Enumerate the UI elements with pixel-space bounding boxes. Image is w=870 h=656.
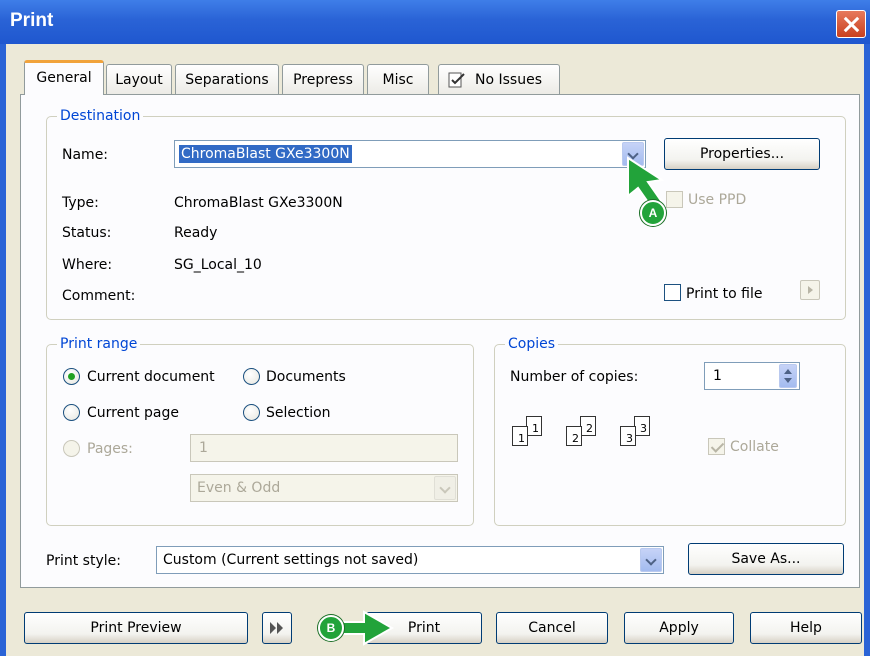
where-label: Where: xyxy=(62,257,113,273)
tab-misc[interactable]: Misc xyxy=(367,64,429,94)
selection-radio[interactable] xyxy=(243,404,260,421)
current-document-radio[interactable] xyxy=(63,368,80,385)
destination-group-title: Destination xyxy=(57,107,144,125)
print-style-value: Custom (Current settings not saved) xyxy=(163,552,419,568)
pages-input-value: 1 xyxy=(199,440,208,456)
copies-value: 1 xyxy=(713,368,722,384)
tab-general[interactable]: General xyxy=(24,60,104,95)
parity-value: Even & Odd xyxy=(197,480,281,496)
pages-input[interactable]: 1 xyxy=(190,434,458,462)
collate-page-back: 1 xyxy=(526,416,542,436)
check-document-icon xyxy=(448,72,465,88)
help-button[interactable]: Help xyxy=(750,612,862,644)
apply-button[interactable]: Apply xyxy=(624,612,734,644)
current-page-radio[interactable] xyxy=(63,404,80,421)
chevron-down-icon[interactable] xyxy=(640,548,662,572)
tab-no-issues[interactable]: No Issues xyxy=(438,64,560,94)
current-document-label: Current document xyxy=(87,369,215,385)
number-of-copies-label: Number of copies: xyxy=(510,369,639,385)
selection-label: Selection xyxy=(266,405,331,421)
print-to-file-label: Print to file xyxy=(686,286,763,302)
arrow-right-icon xyxy=(808,286,813,294)
print-style-select[interactable]: Custom (Current settings not saved) xyxy=(156,546,664,574)
use-ppd-label: Use PPD xyxy=(688,192,747,208)
double-chevron-right-icon xyxy=(270,622,283,634)
copies-group-title: Copies xyxy=(505,335,559,353)
name-label: Name: xyxy=(62,147,109,163)
expand-preview-button[interactable] xyxy=(262,612,292,644)
window-title: Print xyxy=(10,10,54,31)
cancel-button[interactable]: Cancel xyxy=(496,612,608,644)
documents-radio[interactable] xyxy=(243,368,260,385)
status-value: Ready xyxy=(174,225,218,241)
printer-name-value: ChromaBlast GXe3300N xyxy=(179,145,352,163)
tab-separations[interactable]: Separations xyxy=(175,64,279,94)
close-icon[interactable] xyxy=(836,10,866,38)
collate-page-front: 2 xyxy=(566,426,582,446)
documents-label: Documents xyxy=(266,369,346,385)
chevron-down-icon[interactable] xyxy=(434,476,456,500)
copies-input[interactable]: 1 xyxy=(704,362,800,390)
type-label: Type: xyxy=(62,195,99,211)
print-range-group-title: Print range xyxy=(57,335,141,353)
tab-no-issues-label: No Issues xyxy=(475,72,542,88)
type-value: ChromaBlast GXe3300N xyxy=(174,195,343,211)
print-preview-button[interactable]: Print Preview xyxy=(24,612,248,644)
title-bar: Print xyxy=(0,0,870,44)
tab-layout[interactable]: Layout xyxy=(106,64,172,94)
pages-label: Pages: xyxy=(87,441,133,457)
window-frame-left xyxy=(0,44,6,656)
print-to-file-options-button[interactable] xyxy=(800,280,820,300)
print-to-file-checkbox[interactable] xyxy=(664,284,681,301)
comment-label: Comment: xyxy=(62,288,136,304)
collate-page-back: 3 xyxy=(634,416,650,436)
collate-page-front: 1 xyxy=(512,426,528,446)
status-label: Status: xyxy=(62,225,112,241)
pages-radio[interactable] xyxy=(63,440,80,457)
printer-name-select[interactable]: ChromaBlast GXe3300N xyxy=(174,140,646,168)
collate-label: Collate xyxy=(730,439,779,455)
callout-b-marker: B xyxy=(318,615,344,641)
window-frame-right xyxy=(864,44,870,656)
save-as-button[interactable]: Save As... xyxy=(688,543,844,575)
current-page-label: Current page xyxy=(87,405,179,421)
properties-button[interactable]: Properties... xyxy=(664,138,820,170)
tab-prepress[interactable]: Prepress xyxy=(282,64,364,94)
collate-pages-icon: 1 1 2 2 3 3 xyxy=(512,416,652,456)
print-style-label: Print style: xyxy=(46,553,121,569)
where-value: SG_Local_10 xyxy=(174,257,262,273)
collate-checkbox[interactable] xyxy=(708,438,725,455)
collate-page-back: 2 xyxy=(580,416,596,436)
parity-select[interactable]: Even & Odd xyxy=(190,474,458,502)
callout-a-marker: A xyxy=(640,200,666,226)
collate-page-front: 3 xyxy=(620,426,636,446)
spinner-arrows-icon[interactable] xyxy=(779,364,797,388)
